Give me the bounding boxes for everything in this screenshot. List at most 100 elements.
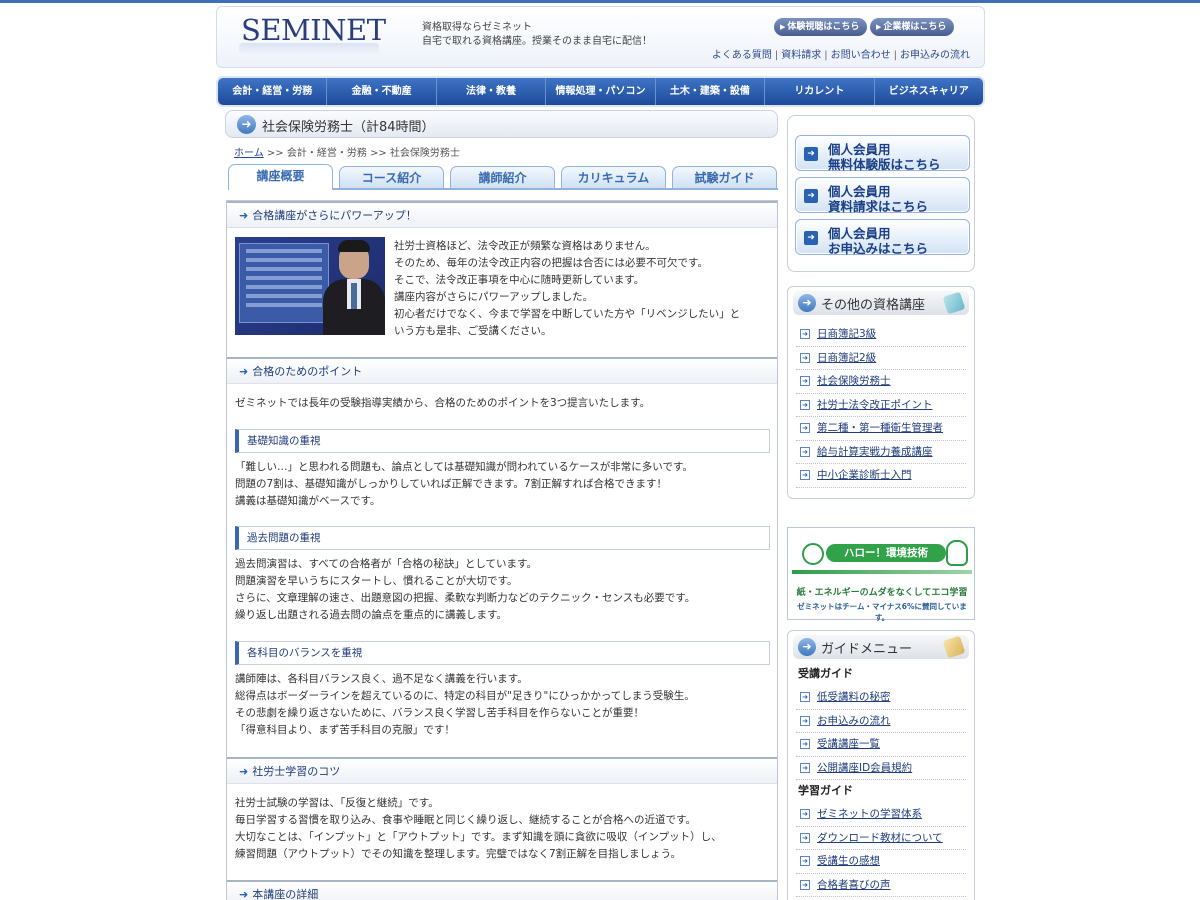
guide-category-course: 受講ガイド xyxy=(798,667,853,680)
breadcrumb-path: >> 会計・経営・労務 >> 社会保険労務士 xyxy=(263,148,460,159)
guide-link-reviews[interactable]: ➜ 受講生の感想 xyxy=(796,850,966,874)
course-link-law-revision[interactable]: ➜ 社労士法令改正ポイント xyxy=(796,394,966,417)
guide-menu-title-bar: ➜ ガイドメニュー xyxy=(793,635,969,659)
guide-link-apply-flow[interactable]: ➜ お申込みの流れ xyxy=(796,710,966,733)
section-title: 合格のためのポイント xyxy=(252,365,363,378)
tab-curriculum[interactable]: カリキュラム xyxy=(561,166,666,188)
guide-link-course-list[interactable]: ➜ 受講講座一覧 xyxy=(796,733,966,757)
text-line: 大切なことは、「インプット」と「アウトプット」です。まず知識を頭に貪欲に吸収（イ… xyxy=(235,831,722,843)
arrow-right-icon: ➜ xyxy=(804,231,818,245)
subheading-past-exams: 過去問題の重視 xyxy=(235,526,770,550)
nav-business-career[interactable]: ビジネスキャリア xyxy=(875,78,983,105)
arrow-box-icon: ➜ xyxy=(800,715,810,726)
other-courses-list: ➜ 日商簿記3級 ➜ 日商簿記2級 ➜ 社会保険労務士 ➜ 社労士法令改正ポイント ➜ 第… xyxy=(796,323,966,488)
arrow-box-icon: ➜ xyxy=(800,470,810,480)
nav-it[interactable]: 情報処理・パソコン xyxy=(546,78,656,105)
arrow-box-icon: ➜ xyxy=(800,692,810,702)
link-label: 給与計算実戦力養成講座 xyxy=(817,445,933,458)
text-line: その悲劇を繰り返さないために、バランス良く学習し苦手科目を作らないことが重要！ xyxy=(235,707,644,719)
faq-link[interactable]: よくある質問 xyxy=(712,50,772,61)
text-line: 講師陣は、各科目バランス良く、過不足なく講義を行います。 xyxy=(235,673,528,685)
arrow-box-icon: ➜ xyxy=(800,809,810,819)
section-title: 本講座の詳細 xyxy=(252,888,319,900)
nav-construction[interactable]: 土木・建築・設備 xyxy=(656,78,766,105)
free-trial-button[interactable]: ➜ 個人会員用 無料体験版はこちら xyxy=(795,135,970,172)
course-link-sme-consultant[interactable]: ➜ 中小企業診断士入門 xyxy=(796,464,966,488)
request-brochure-button[interactable]: ➜ 個人会員用 資料請求はこちら xyxy=(795,177,970,214)
course-link-sharoushi[interactable]: ➜ 社会保険労務士 xyxy=(796,370,966,394)
tagline: 資格取得ならゼミネット 自宅で取れる資格講座。授業そのまま自宅に配信！ xyxy=(422,21,652,49)
tagline-line-2: 自宅で取れる資格講座。授業そのまま自宅に配信！ xyxy=(422,36,652,47)
text-line: 過去問演習は、すべての合格者が「合格の秘訣」としています。 xyxy=(235,558,537,570)
brochure-link[interactable]: 資料請求 xyxy=(781,50,821,61)
button-line-2: 無料体験版はこちら xyxy=(828,157,941,172)
arrow-right-icon: ➜ xyxy=(804,189,818,203)
arrow-right-icon: ➜ xyxy=(239,765,249,778)
lecture-video-thumbnail[interactable] xyxy=(235,237,385,335)
guide-category-study: 学習ガイド xyxy=(798,784,853,797)
eco-banner-title: ハロー！環境技術 xyxy=(826,544,946,562)
text-line: 練習問題（アウトプット）でその知識を整理します。完璧ではなく7割正解を目指しまし… xyxy=(235,848,681,860)
nav-recurrent[interactable]: リカレント xyxy=(765,78,875,105)
course-link-boki3[interactable]: ➜ 日商簿記3級 xyxy=(796,323,966,347)
guide-link-low-fee[interactable]: ➜ 低受講料の秘密 xyxy=(796,686,966,710)
trial-view-button[interactable]: ▶ 体験視聴はこちら xyxy=(774,18,868,36)
lecturer-hair xyxy=(338,240,370,252)
text-line: 「得意科目より、まず苦手科目の克服」です！ xyxy=(235,724,455,736)
course-link-boki2[interactable]: ➜ 日商簿記2級 xyxy=(796,347,966,370)
subheading-basics: 基礎知識の重視 xyxy=(235,429,770,453)
arrow-box-icon: ➜ xyxy=(800,446,810,457)
link-label: 受講講座一覧 xyxy=(817,738,880,750)
text-line: いう方も是非、ご受講ください。 xyxy=(394,325,552,337)
other-courses-title: その他の資格講座 xyxy=(821,298,926,313)
course-link-payroll[interactable]: ➜ 給与計算実戦力養成講座 xyxy=(796,441,966,464)
course-link-hygiene-manager[interactable]: ➜ 第二種・第一種衛生管理者 xyxy=(796,417,966,441)
arrow-box-icon: ➜ xyxy=(800,352,810,363)
corporate-label: 企業様はこちら xyxy=(883,22,947,32)
text-line: 講義は基礎知識がベースです。 xyxy=(235,495,381,507)
breadcrumb-home-link[interactable]: ホーム xyxy=(234,148,264,159)
tab-instructors[interactable]: 講師紹介 xyxy=(450,166,555,188)
text-line: そこで、法令改正事項を中心に随時更新しています。 xyxy=(394,274,645,286)
apply-button[interactable]: ➜ 個人会員用 お申込みはこちら xyxy=(795,219,970,256)
eco-banner-note: ゼミネットはチーム・マイナス6%に賛同しています。 xyxy=(797,602,967,622)
arrow-box-icon: ➜ xyxy=(800,856,810,866)
other-courses-title-bar: ➜ その他の資格講座 xyxy=(793,291,969,315)
section-title: 合格講座がさらにパワーアップ！ xyxy=(252,209,417,222)
guide-menu-list: 受講ガイド ➜ 低受講料の秘密 ➜ お申込みの流れ ➜ 受講講座一覧 ➜ 公開講座ID会… xyxy=(796,663,966,897)
tagline-line-1: 資格取得ならゼミネット xyxy=(422,22,532,33)
link-label: 第二種・第一種衛生管理者 xyxy=(817,422,943,434)
nav-accounting[interactable]: 会計・経営・労務 xyxy=(218,78,328,105)
arrow-box-icon: ➜ xyxy=(800,329,810,339)
tab-overview[interactable]: 講座概要 xyxy=(228,164,333,190)
site-header: SEMINET 資格取得ならゼミネット 自宅で取れる資格講座。授業そのまま自宅に… xyxy=(216,6,985,68)
contact-link[interactable]: お問い合わせ xyxy=(831,50,891,61)
tab-exam-guide[interactable]: 試験ガイド xyxy=(672,166,777,188)
text-line: 社労士資格ほど、法令改正が頻繁な資格はありません。 xyxy=(394,240,656,252)
section-header-details: ➜ 本講座の詳細 xyxy=(227,880,777,900)
course-tabs: 講座概要 コース紹介 講師紹介 カリキュラム 試験ガイド xyxy=(228,164,778,190)
corporate-button[interactable]: ▶ 企業様はこちら xyxy=(870,18,955,36)
apply-flow-link[interactable]: お申込みの流れ xyxy=(900,50,970,61)
points-intro: ゼミネットでは長年の受験指導実績から、合格のためのポイントを3つ提言いたします。 xyxy=(235,397,651,409)
text-line: 繰り返し出題される過去問の論点を重点的に講義します。 xyxy=(235,609,507,621)
arrow-box-icon: ➜ xyxy=(800,423,810,433)
text-line: 初心者だけでなく、今まで学習を中断していた方や「リベンジしたい」と xyxy=(394,308,741,320)
guide-link-study-system[interactable]: ➜ ゼミネットの学習体系 xyxy=(796,803,966,827)
site-logo[interactable]: SEMINET xyxy=(241,13,386,47)
main-content: ➜ 合格講座がさらにパワーアップ！ 社労士資格ほど、法令改正が頻繁な資格はありませ… xyxy=(226,200,778,900)
guide-link-member-terms[interactable]: ➜ 公開講座ID会員規約 xyxy=(796,757,966,780)
top-accent-line xyxy=(0,0,1200,3)
book-icon xyxy=(942,291,966,315)
nav-finance[interactable]: 金融・不動産 xyxy=(327,78,437,105)
arrow-right-icon: ➜ xyxy=(237,115,256,134)
eco-banner[interactable]: ハロー！環境技術 紙・エネルギーのムダをなくしてエコ学習 ゼミネットはチーム・マ… xyxy=(787,527,975,622)
guide-link-success-voices[interactable]: ➜ 合格者喜びの声 xyxy=(796,874,966,897)
separator: | xyxy=(893,50,897,61)
guide-link-download[interactable]: ➜ ダウンロード教材について xyxy=(796,827,966,850)
tab-courses[interactable]: コース紹介 xyxy=(339,166,444,188)
nav-law[interactable]: 法律・教養 xyxy=(437,78,547,105)
globe-icon xyxy=(802,543,824,565)
text-line: さらに、文章理解の速さ、出題意図の把握、柔軟な判断力などのテクニック・センスも必… xyxy=(235,592,696,604)
separator: | xyxy=(824,50,828,61)
